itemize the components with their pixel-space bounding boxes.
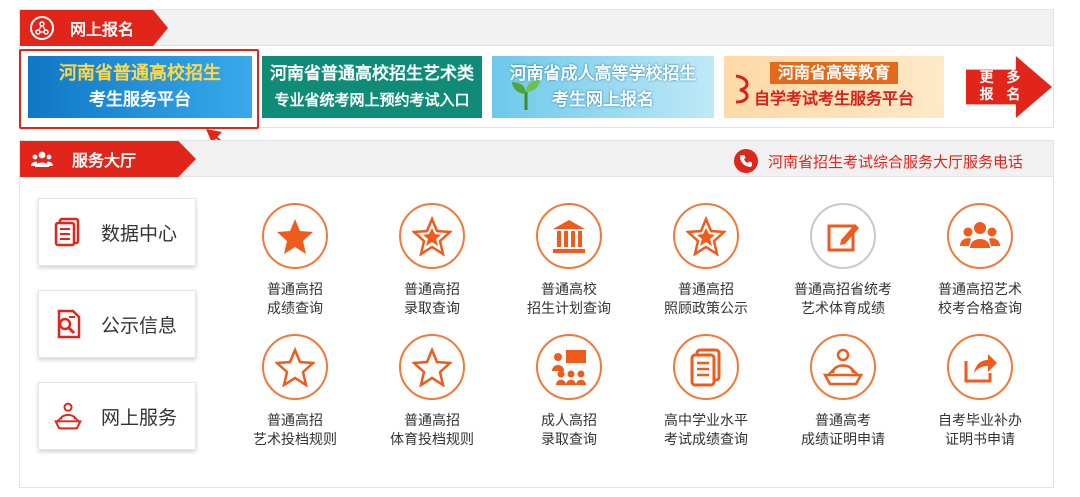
data-center-button[interactable]: 数据中心 <box>38 198 196 266</box>
service-hall-tab: 服务大厅 <box>20 141 196 177</box>
banner-adult-registration[interactable]: 河南省成人高等学校招生 考生网上报名 <box>492 56 714 118</box>
star-inner-icon <box>412 216 452 256</box>
tile-icon-ring <box>947 334 1013 400</box>
tile-icon-ring <box>399 334 465 400</box>
online-registration-header: 网上报名 <box>20 10 1053 46</box>
document-stack-icon <box>53 217 83 247</box>
tile-policy-publicity[interactable]: 普通高招 照顾政策公示 <box>646 203 766 319</box>
data-center-label: 数据中心 <box>101 222 178 245</box>
tile-academic-level-score[interactable]: 高中学业水平 考试成绩查询 <box>646 334 766 450</box>
tile-score-query[interactable]: 普通高招 成绩查询 <box>235 203 355 319</box>
service-hall-title: 服务大厅 <box>72 151 137 170</box>
tile-label: 自考毕业补办 证明书申请 <box>938 413 1022 448</box>
tile-label: 普通高招 艺术投档规则 <box>253 413 337 448</box>
banner-self-study-exam-platform[interactable]: 河南省高等教育 自学考试考生服务平台 <box>724 56 944 118</box>
public-info-button[interactable]: 公示信息 <box>38 290 196 358</box>
tile-icon-ring <box>262 334 328 400</box>
tile-sports-filing-rules[interactable]: 普通高招 体育投档规则 <box>372 334 492 450</box>
tile-icon-ring <box>399 203 465 269</box>
network-icon <box>30 16 54 40</box>
person-laptop-icon <box>822 348 864 386</box>
tile-art-filing-rules[interactable]: 普通高招 艺术投档规则 <box>235 334 355 450</box>
tile-label: 普通高招 录取查询 <box>404 282 460 317</box>
tile-graduation-certificate-reissue[interactable]: 自考毕业补办 证明书申请 <box>920 334 1040 450</box>
tile-label: 普通高招 体育投档规则 <box>390 413 474 448</box>
phone-icon <box>733 149 758 173</box>
banner-line: 专业省统考网上预约考试入口 <box>274 91 470 109</box>
tile-score-certificate[interactable]: 普通高考 成绩证明申请 <box>783 334 903 450</box>
highlight-box <box>19 49 259 129</box>
tile-label: 普通高校 招生计划查询 <box>527 282 611 317</box>
tile-label: 普通高招省统考 艺术体育成绩 <box>794 282 892 317</box>
public-info-label: 公示信息 <box>101 314 178 337</box>
bank-icon <box>553 220 585 253</box>
tile-label: 普通高招 照顾政策公示 <box>664 282 748 317</box>
sprout-icon <box>512 80 540 110</box>
tile-art-school-exam-query[interactable]: 普通高招艺术 校考合格查询 <box>920 203 1040 319</box>
service-phone-label: 河南省招生考试综合服务大厅服务电话 <box>767 152 1023 171</box>
tile-label: 普通高招 成绩查询 <box>267 282 323 317</box>
service-hall-header: 服务大厅 河南省招生考试综合服务大厅服务电话 <box>20 141 1053 177</box>
tile-icon-ring <box>947 203 1013 269</box>
tile-label: 成人高招 录取查询 <box>541 413 597 448</box>
tile-icon-ring <box>262 203 328 269</box>
tile-icon-ring <box>673 203 739 269</box>
share-icon <box>964 354 997 383</box>
banner-line: 自学考试考生服务平台 <box>753 89 914 108</box>
more-line: 更 多 <box>979 70 1025 86</box>
star-outline-icon <box>275 347 315 387</box>
online-service-label: 网上服务 <box>101 406 178 429</box>
tile-enrollment-plan-query[interactable]: 普通高校 招生计划查询 <box>509 203 629 319</box>
tile-icon-ring <box>810 334 876 400</box>
document-stack-icon <box>690 348 721 387</box>
document-search-icon <box>53 309 83 339</box>
star-outline-icon <box>412 347 452 387</box>
tile-icon-ring <box>810 203 876 269</box>
online-registration-tab: 网上报名 <box>20 10 168 46</box>
tile-icon-ring <box>536 334 602 400</box>
logo-icon <box>735 74 749 104</box>
tile-label: 普通高考 成绩证明申请 <box>801 413 885 448</box>
online-service-button[interactable]: 网上服务 <box>38 382 196 450</box>
online-registration-title: 网上报名 <box>70 20 135 39</box>
tile-label: 普通高招艺术 校考合格查询 <box>938 282 1022 317</box>
banner-line: 河南省高等教育 <box>769 62 898 84</box>
banner-line: 考生网上报名 <box>552 90 654 110</box>
tile-admission-query[interactable]: 普通高招 录取查询 <box>372 203 492 319</box>
more-line: 报 名 <box>979 87 1025 103</box>
people-icon <box>30 147 54 171</box>
tile-icon-ring <box>536 203 602 269</box>
tile-icon-ring <box>673 334 739 400</box>
service-phone-link[interactable]: 河南省招生考试综合服务大厅服务电话 <box>733 149 1023 173</box>
star-inner-icon <box>686 216 726 256</box>
group-icon <box>960 222 1000 248</box>
more-registration-button[interactable]: 更 多 报 名 <box>966 56 1052 118</box>
tile-art-sports-score[interactable]: 普通高招省统考 艺术体育成绩 <box>783 203 903 319</box>
edit-icon <box>827 224 859 252</box>
person-laptop-icon <box>53 401 83 431</box>
more-label: 更 多 报 名 <box>972 70 1032 104</box>
banner-art-exam-booking[interactable]: 河南省普通高校招生艺术类 专业省统考网上预约考试入口 <box>262 56 482 118</box>
tile-adult-admission-query[interactable]: 成人高招 录取查询 <box>509 334 629 450</box>
presentation-icon <box>552 350 586 385</box>
banner-line: 河南省普通高校招生艺术类 <box>270 64 474 84</box>
star-filled-icon <box>277 219 313 254</box>
tile-label: 高中学业水平 考试成绩查询 <box>664 413 748 448</box>
